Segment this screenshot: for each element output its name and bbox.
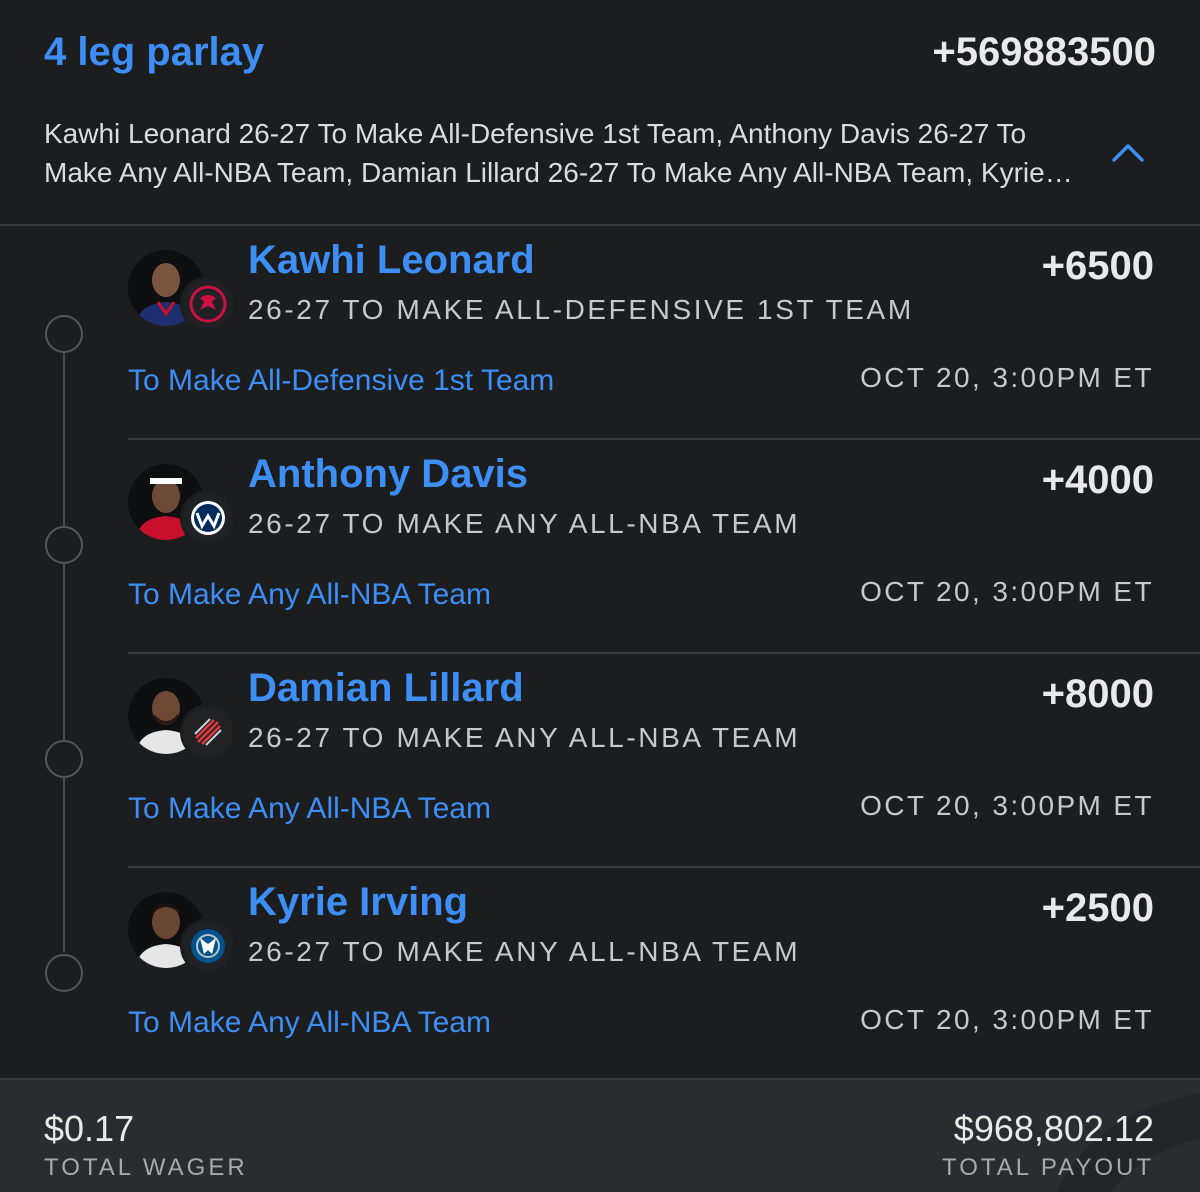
selection-link[interactable]: To Make Any All-NBA Team	[128, 578, 491, 612]
timeline-node	[45, 315, 83, 353]
mavericks-logo-icon	[180, 918, 236, 974]
trail-blazers-logo-icon	[180, 704, 236, 760]
leg-odds: +6500	[1041, 244, 1154, 288]
event-date: OCT 20, 3:00PM ET	[860, 1004, 1154, 1035]
market-name: 26-27 TO MAKE ANY ALL-NBA TEAM	[248, 508, 801, 539]
player-name[interactable]: Kawhi Leonard	[248, 238, 535, 283]
leg-odds: +8000	[1041, 672, 1154, 716]
leg-item[interactable]: Kyrie Irving +2500 26-27 TO MAKE ANY ALL…	[128, 868, 1200, 1082]
total-payout-amount: $968,802.12	[953, 1108, 1154, 1149]
selection-link[interactable]: To Make Any All-NBA Team	[128, 1006, 491, 1040]
total-wager-amount: $0.17	[44, 1108, 135, 1149]
event-date: OCT 20, 3:00PM ET	[860, 576, 1154, 607]
selection-link[interactable]: To Make Any All-NBA Team	[128, 792, 491, 826]
leg-item[interactable]: Anthony Davis +4000 26-27 TO MAKE ANY AL…	[128, 440, 1200, 654]
timeline-line	[63, 352, 65, 952]
timeline-node	[45, 526, 83, 564]
collapse-button[interactable]	[1106, 134, 1150, 168]
market-name: 26-27 TO MAKE ANY ALL-NBA TEAM	[248, 722, 801, 753]
timeline-node	[45, 740, 83, 778]
total-wager-label: TOTAL WAGER	[44, 1154, 248, 1181]
selection-link[interactable]: To Make All-Defensive 1st Team	[128, 364, 554, 398]
chevron-up-icon	[1112, 144, 1144, 162]
leg-odds: +4000	[1041, 458, 1154, 502]
leg-item[interactable]: Damian Lillard +8000 26-27 TO MAKE ANY A…	[128, 654, 1200, 868]
wizards-logo-icon	[180, 490, 236, 546]
player-name[interactable]: Anthony Davis	[248, 452, 528, 497]
market-name: 26-27 TO MAKE ANY ALL-NBA TEAM	[248, 936, 801, 967]
total-payout-label: TOTAL PAYOUT	[941, 1154, 1154, 1181]
player-name[interactable]: Kyrie Irving	[248, 880, 468, 925]
leg-odds: +2500	[1041, 886, 1154, 930]
timeline-node	[45, 954, 83, 992]
leg-item[interactable]: Kawhi Leonard +6500 26-27 TO MAKE ALL-DE…	[128, 226, 1200, 440]
event-date: OCT 20, 3:00PM ET	[860, 790, 1154, 821]
parlay-header[interactable]: 4 leg parlay +569883500 Kawhi Leonard 26…	[0, 0, 1200, 226]
market-name: 26-27 TO MAKE ALL-DEFENSIVE 1ST TEAM	[248, 294, 914, 325]
parlay-title: 4 leg parlay	[44, 30, 265, 74]
parlay-odds: +569883500	[932, 30, 1156, 74]
raptors-logo-icon	[180, 276, 236, 332]
parlay-summary: Kawhi Leonard 26-27 To Make All-Defensiv…	[44, 118, 1045, 188]
parlay-card: 4 leg parlay +569883500 Kawhi Leonard 26…	[0, 0, 1200, 1192]
bet-footer: $0.17 TOTAL WAGER $968,802.12 TOTAL PAYO…	[0, 1078, 1200, 1192]
player-name[interactable]: Damian Lillard	[248, 666, 524, 711]
event-date: OCT 20, 3:00PM ET	[860, 362, 1154, 393]
